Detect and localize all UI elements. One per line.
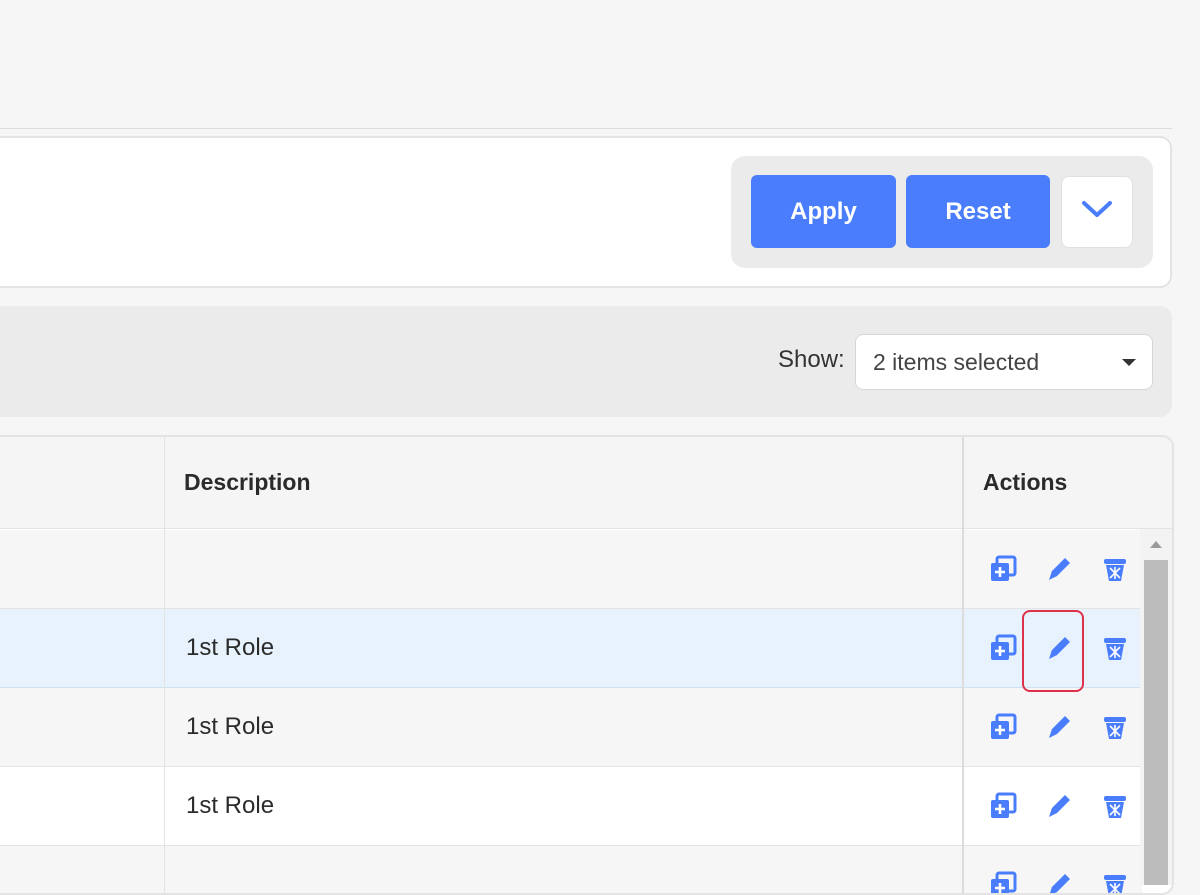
table-row[interactable]: 1st Role: [0, 767, 1142, 846]
cell-description: 1st Role: [186, 634, 275, 661]
chevron-down-icon: [1080, 198, 1114, 226]
cell-description: 1st Role: [186, 713, 275, 740]
delete-icon[interactable]: [1100, 870, 1130, 893]
expand-filters-button[interactable]: [1061, 176, 1133, 248]
row-actions: [988, 767, 1138, 846]
duplicate-icon[interactable]: [988, 791, 1018, 821]
delete-icon[interactable]: [1100, 791, 1130, 821]
header-actions: Actions: [983, 469, 1068, 495]
edit-icon[interactable]: [1044, 870, 1074, 893]
edit-icon[interactable]: [1044, 791, 1074, 821]
table-row[interactable]: 1st Role: [0, 609, 1142, 688]
caret-down-icon: [1122, 359, 1136, 366]
show-label: Show:: [778, 346, 845, 373]
apply-button[interactable]: Apply: [751, 175, 896, 248]
scrollbar-thumb[interactable]: [1144, 560, 1168, 885]
edit-icon[interactable]: [1044, 554, 1074, 584]
reset-button[interactable]: Reset: [906, 175, 1050, 248]
delete-icon[interactable]: [1100, 554, 1130, 584]
scroll-up-arrow-icon[interactable]: [1150, 541, 1162, 548]
row-actions: [988, 688, 1138, 767]
cell-description: 1st Role: [186, 792, 275, 819]
column-divider: [962, 437, 964, 893]
table-row[interactable]: [0, 530, 1142, 609]
delete-icon[interactable]: [1100, 633, 1130, 663]
duplicate-icon[interactable]: [988, 554, 1018, 584]
table-row[interactable]: [0, 846, 1142, 893]
show-columns-select[interactable]: 2 items selected: [855, 334, 1153, 390]
row-actions: [988, 609, 1138, 688]
edit-icon[interactable]: [1044, 712, 1074, 742]
duplicate-icon[interactable]: [988, 870, 1018, 893]
table-header-row: Description Actions: [0, 437, 1172, 529]
edit-icon[interactable]: [1044, 633, 1074, 663]
show-select-value: 2 items selected: [873, 349, 1040, 375]
duplicate-icon[interactable]: [988, 712, 1018, 742]
duplicate-icon[interactable]: [988, 633, 1018, 663]
top-divider: [0, 128, 1172, 129]
table-row[interactable]: 1st Role: [0, 688, 1142, 767]
row-actions: [988, 530, 1138, 609]
header-description[interactable]: Description: [184, 469, 311, 496]
row-actions: [988, 846, 1138, 893]
delete-icon[interactable]: [1100, 712, 1130, 742]
column-divider: [164, 437, 165, 893]
roles-table: Description Actions 1st Role 1st Role 1s…: [0, 435, 1174, 895]
